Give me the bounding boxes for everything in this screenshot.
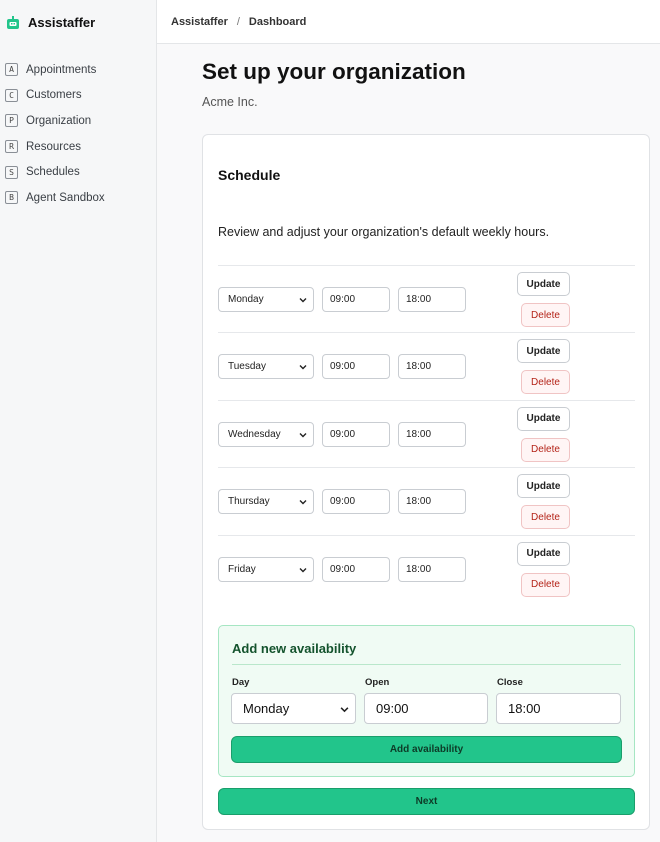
sidebar-item-label: Resources bbox=[26, 140, 81, 153]
open-time-input[interactable]: 09:00 bbox=[322, 354, 390, 380]
breadcrumb: Assistaffer / Dashboard bbox=[157, 0, 660, 44]
next-button[interactable]: Next bbox=[218, 788, 635, 815]
delete-button[interactable]: Delete bbox=[521, 437, 570, 462]
update-button[interactable]: Update bbox=[517, 541, 570, 566]
shortcut-key-icon: A bbox=[5, 63, 18, 77]
add-availability-title: Add new availability bbox=[232, 641, 357, 656]
sidebar-nav: A Appointments C Customers P Organizatio… bbox=[0, 57, 156, 211]
schedule-title: Schedule bbox=[218, 167, 281, 183]
breadcrumb-current: Dashboard bbox=[248, 15, 307, 28]
sidebar-item-agent-sandbox[interactable]: B Agent Sandbox bbox=[0, 185, 156, 211]
day-select-value: Tuesday bbox=[228, 361, 266, 373]
delete-button[interactable]: Delete bbox=[521, 572, 570, 597]
new-day-select[interactable]: Monday bbox=[231, 693, 356, 724]
shortcut-key-icon: P bbox=[5, 114, 18, 128]
schedule-row: Tuesday 09:00 18:00 Update Delete bbox=[218, 333, 635, 401]
day-select[interactable]: Thursday bbox=[218, 489, 314, 515]
breadcrumb-root[interactable]: Assistaffer bbox=[171, 16, 228, 28]
page-title: Set up your organization bbox=[202, 59, 466, 84]
close-time-input[interactable]: 18:00 bbox=[398, 354, 466, 380]
chevron-down-icon bbox=[299, 298, 307, 303]
open-time-input[interactable]: 09:00 bbox=[322, 287, 390, 312]
add-availability-button[interactable]: Add availability bbox=[231, 736, 622, 763]
divider bbox=[232, 664, 621, 665]
sidebar-item-label: Schedules bbox=[26, 166, 80, 179]
schedule-rows: Monday 09:00 18:00 Update Delete Tuesday… bbox=[218, 265, 635, 603]
chevron-down-icon bbox=[299, 567, 307, 573]
delete-button[interactable]: Delete bbox=[521, 303, 570, 327]
chevron-down-icon bbox=[299, 365, 307, 370]
close-field-label: Close bbox=[497, 677, 523, 688]
open-time-input[interactable]: 09:00 bbox=[322, 489, 390, 515]
breadcrumb-separator: / bbox=[236, 15, 240, 28]
new-day-select-value: Monday bbox=[243, 701, 290, 716]
shortcut-key-icon: B bbox=[5, 191, 18, 205]
schedule-row: Monday 09:00 18:00 Update Delete bbox=[218, 266, 635, 334]
close-time-input[interactable]: 18:00 bbox=[398, 489, 466, 515]
sidebar-item-label: Organization bbox=[26, 114, 92, 127]
new-close-time-input[interactable]: 18:00 bbox=[496, 693, 621, 724]
close-time-input[interactable]: 18:00 bbox=[398, 556, 466, 582]
org-name: Acme Inc. bbox=[202, 95, 258, 109]
add-availability-panel: Add new availability Day Open Close Mond… bbox=[218, 625, 635, 777]
chevron-down-icon bbox=[299, 432, 307, 438]
update-button[interactable]: Update bbox=[517, 272, 570, 296]
sidebar-item-label: Agent Sandbox bbox=[26, 191, 105, 204]
new-open-time-input[interactable]: 09:00 bbox=[364, 693, 488, 724]
sidebar-item-resources[interactable]: R Resources bbox=[0, 134, 156, 160]
shortcut-key-icon: C bbox=[5, 88, 18, 102]
robot-icon bbox=[7, 15, 19, 29]
delete-button[interactable]: Delete bbox=[521, 370, 570, 395]
open-time-input[interactable]: 09:00 bbox=[322, 421, 390, 447]
schedule-row: Friday 09:00 18:00 Update Delete bbox=[218, 536, 635, 603]
day-select[interactable]: Wednesday bbox=[218, 421, 314, 447]
schedule-row: Thursday 09:00 18:00 Update Delete bbox=[218, 468, 635, 536]
update-button[interactable]: Update bbox=[517, 474, 570, 499]
schedule-description: Review and adjust your organization's de… bbox=[218, 225, 550, 239]
main-content: Set up your organization Acme Inc. Sched… bbox=[157, 44, 660, 842]
day-select[interactable]: Friday bbox=[218, 556, 314, 582]
chevron-down-icon bbox=[299, 500, 307, 505]
day-select-value: Monday bbox=[228, 294, 264, 305]
sidebar-item-organization[interactable]: P Organization bbox=[0, 108, 156, 134]
sidebar-item-label: Appointments bbox=[26, 63, 97, 76]
open-time-input[interactable]: 09:00 bbox=[322, 556, 390, 582]
day-select-value: Wednesday bbox=[228, 428, 281, 440]
day-select-value: Thursday bbox=[228, 496, 270, 508]
close-time-input[interactable]: 18:00 bbox=[398, 287, 466, 312]
day-select-value: Friday bbox=[228, 563, 256, 575]
shortcut-key-icon: R bbox=[5, 140, 18, 154]
update-button[interactable]: Update bbox=[517, 339, 570, 364]
delete-button[interactable]: Delete bbox=[521, 505, 570, 530]
shortcut-key-icon: S bbox=[5, 165, 18, 179]
schedule-card: Schedule Review and adjust your organiza… bbox=[202, 134, 650, 830]
app-name: Assistaffer bbox=[28, 14, 96, 30]
schedule-row: Wednesday 09:00 18:00 Update Delete bbox=[218, 401, 635, 469]
day-field-label: Day bbox=[232, 677, 250, 688]
open-field-label: Open bbox=[365, 677, 390, 688]
chevron-down-icon bbox=[340, 707, 349, 713]
brand[interactable]: Assistaffer bbox=[0, 0, 156, 44]
sidebar-item-appointments[interactable]: A Appointments bbox=[0, 57, 156, 83]
sidebar: Assistaffer A Appointments C Customers P… bbox=[0, 0, 157, 842]
day-select[interactable]: Monday bbox=[218, 287, 314, 312]
day-select[interactable]: Tuesday bbox=[218, 354, 314, 380]
update-button[interactable]: Update bbox=[517, 406, 570, 431]
sidebar-item-label: Customers bbox=[26, 89, 82, 102]
close-time-input[interactable]: 18:00 bbox=[398, 421, 466, 447]
sidebar-item-schedules[interactable]: S Schedules bbox=[0, 159, 156, 185]
sidebar-item-customers[interactable]: C Customers bbox=[0, 83, 156, 109]
